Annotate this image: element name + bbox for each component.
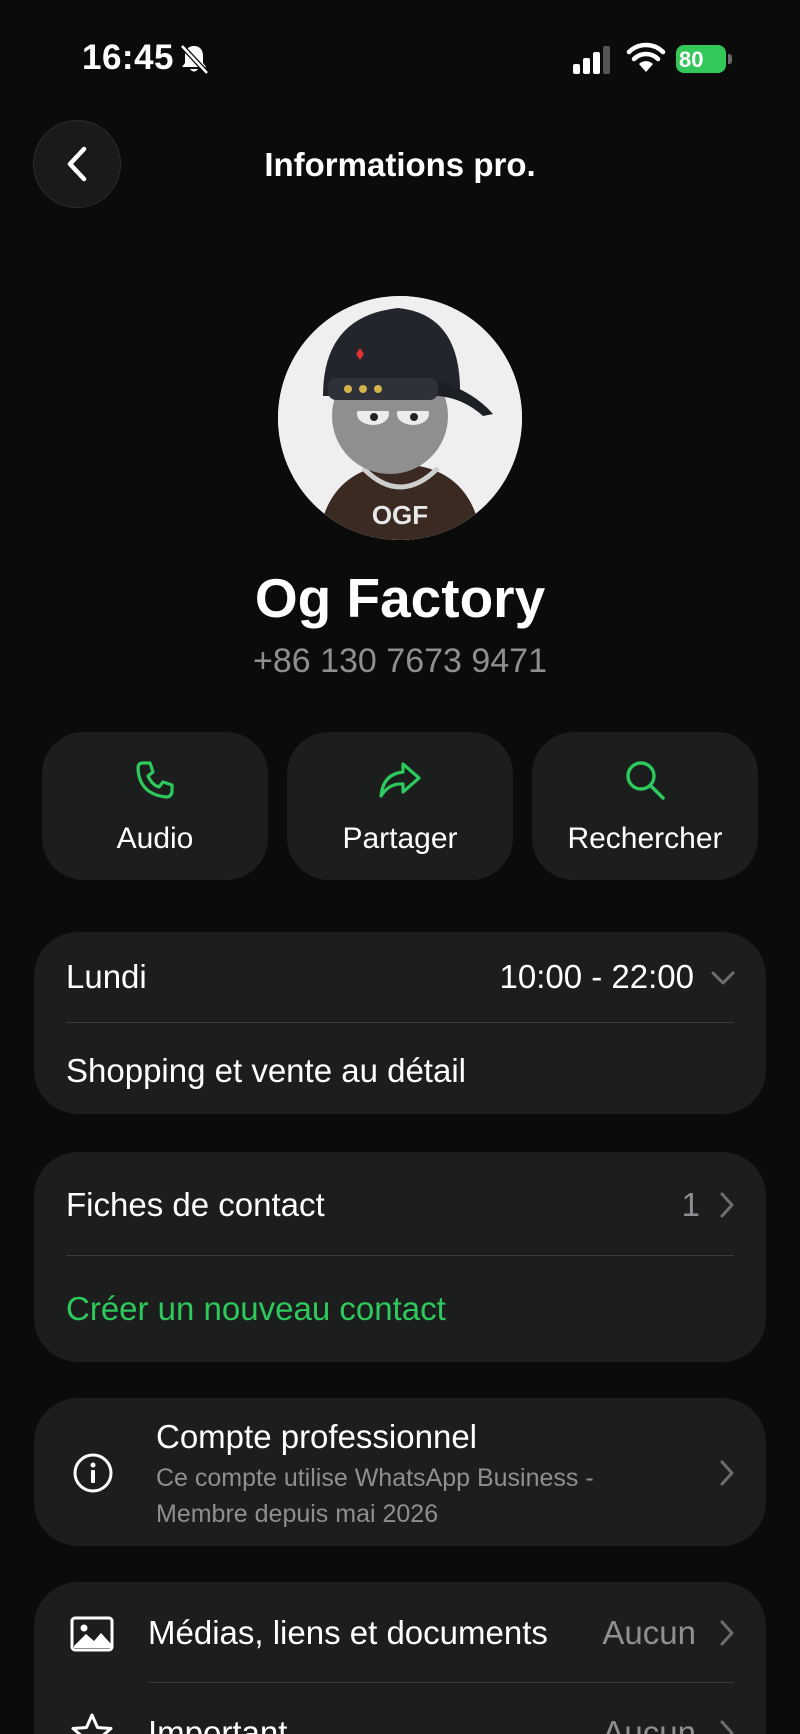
business-category: Shopping et vente au détail [66, 1052, 466, 1089]
image-icon [70, 1616, 114, 1652]
important-value: Aucun [602, 1714, 696, 1734]
phone-icon [136, 761, 174, 799]
chevron-down-icon [711, 971, 735, 985]
chevron-right-icon [720, 1620, 734, 1646]
avatar[interactable]: OGF [278, 296, 522, 540]
business-account-card[interactable]: Compte professionnel Ce compte utilise W… [34, 1398, 766, 1546]
chevron-right-icon [720, 1192, 734, 1218]
bell-off-icon [180, 44, 209, 75]
avatar-text: OGF [372, 500, 428, 530]
share-label: Partager [342, 822, 458, 855]
status-bar: 16:45 80 [0, 0, 800, 110]
important-label: Important [148, 1714, 288, 1734]
cellular-signal-icon [573, 46, 610, 74]
media-card: Médias, liens et documents Aucun Importa… [34, 1582, 766, 1734]
business-account-line1: Ce compte utilise WhatsApp Business - [156, 1464, 594, 1492]
audio-call-button[interactable]: Audio [42, 732, 268, 880]
business-account-line2: Membre depuis mai 2026 [156, 1500, 439, 1528]
share-icon [379, 762, 421, 798]
media-label: Médias, liens et documents [148, 1614, 548, 1651]
create-contact-link[interactable]: Créer un nouveau contact [66, 1290, 446, 1328]
chevron-right-icon [720, 1460, 734, 1486]
page-title: Informations pro. [264, 146, 536, 183]
media-row[interactable]: Médias, liens et documents Aucun [34, 1582, 766, 1682]
contact-phone: +86 130 7673 9471 [252, 642, 547, 680]
status-time: 16:45 [82, 38, 175, 77]
contact-name: Og Factory [254, 567, 546, 629]
battery-indicator: 80 [676, 45, 734, 73]
star-icon [71, 1713, 113, 1734]
hours-day: Lundi [66, 958, 147, 995]
audio-label: Audio [116, 822, 194, 855]
hours-time: 10:00 - 22:00 [499, 958, 695, 995]
search-button[interactable]: Rechercher [532, 732, 758, 880]
hours-row[interactable]: Lundi 10:00 - 22:00 [34, 932, 766, 1022]
contact-cards-row[interactable]: Fiches de contact 1 [34, 1152, 766, 1256]
search-label: Rechercher [567, 822, 723, 855]
important-row[interactable]: Important Aucun [34, 1682, 766, 1734]
contact-cards-label: Fiches de contact [66, 1186, 325, 1223]
chevron-right-icon [720, 1720, 734, 1734]
business-hours-card: Lundi 10:00 - 22:00 Shopping et vente au… [34, 932, 766, 1114]
contact-cards-count: 1 [681, 1186, 700, 1223]
share-button[interactable]: Partager [287, 732, 513, 880]
search-icon [626, 761, 665, 800]
contacts-card: Fiches de contact 1 Créer un nouveau con… [34, 1152, 766, 1362]
battery-level: 80 [679, 47, 704, 72]
info-icon [73, 1453, 113, 1493]
wifi-icon [626, 42, 666, 72]
media-value: Aucun [602, 1614, 696, 1651]
avatar-image: OGF [278, 296, 522, 540]
business-account-title: Compte professionnel [156, 1418, 478, 1455]
